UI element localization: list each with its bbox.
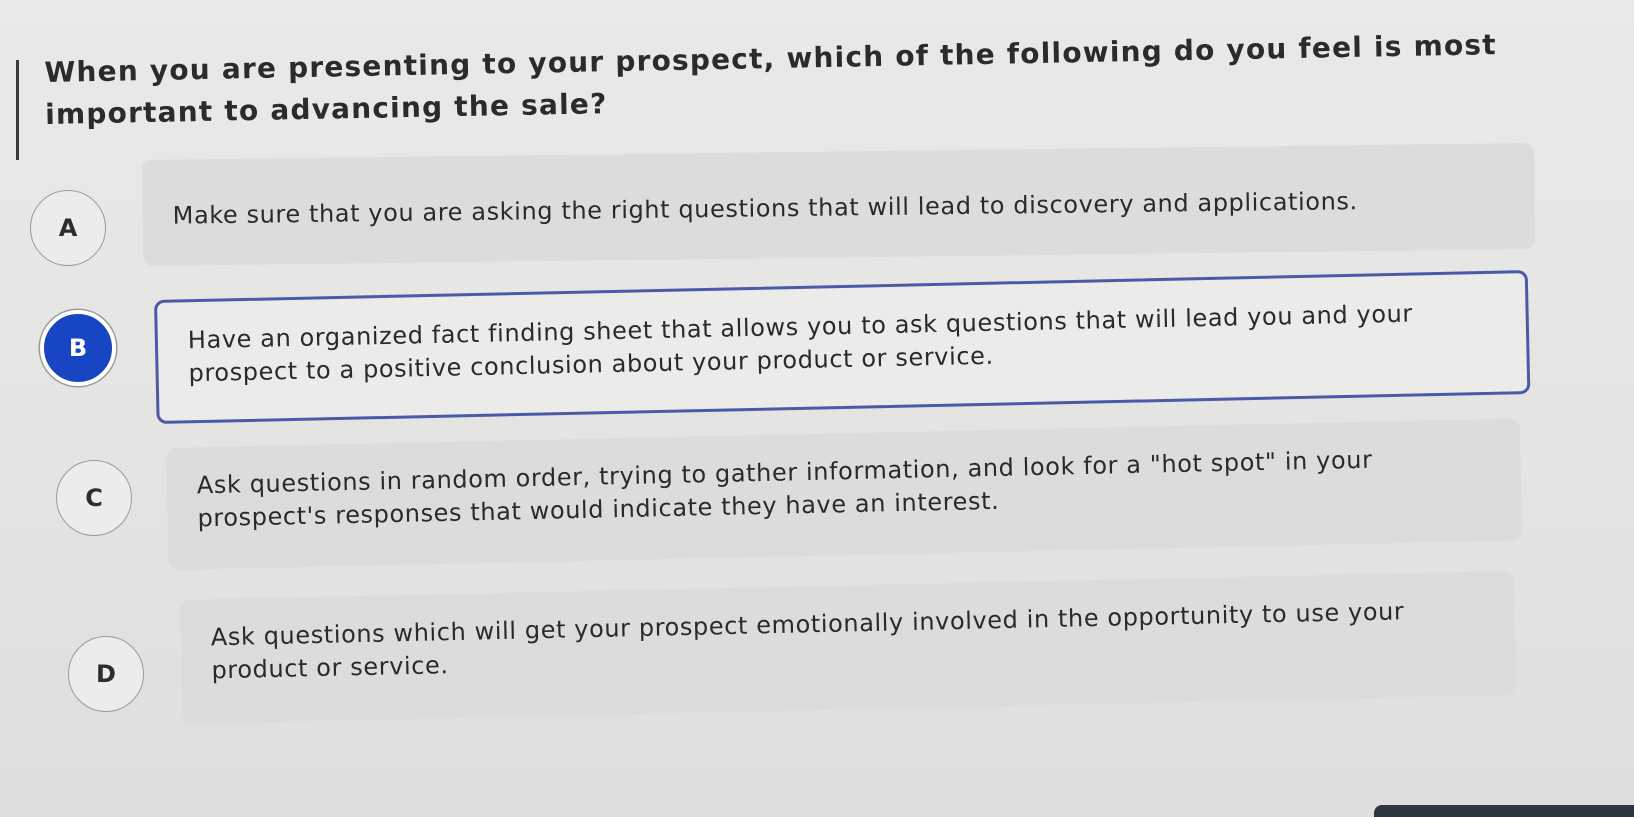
- option-b-card[interactable]: Have an organized fact finding sheet tha…: [154, 270, 1531, 424]
- quiz-page: When you are presenting to your prospect…: [0, 0, 1634, 817]
- option-a-text: Make sure that you are asking the right …: [172, 187, 1358, 230]
- question-text: When you are presenting to your prospect…: [44, 28, 1498, 131]
- bottom-toolbar-edge: [1374, 805, 1634, 817]
- option-a-card[interactable]: Make sure that you are asking the right …: [142, 142, 1536, 266]
- option-b-text: Have an organized fact finding sheet tha…: [187, 299, 1414, 388]
- option-c-letter-circle[interactable]: C: [56, 460, 132, 536]
- option-d-letter-circle[interactable]: D: [68, 636, 144, 712]
- question-accent-bar: [16, 60, 19, 160]
- option-d-card[interactable]: Ask questions which will get your prospe…: [180, 570, 1517, 724]
- option-c-text: Ask questions in random order, trying to…: [196, 445, 1373, 533]
- option-d-text: Ask questions which will get your prospe…: [210, 597, 1405, 685]
- option-b-letter-circle[interactable]: B: [40, 310, 116, 386]
- option-c-card[interactable]: Ask questions in random order, trying to…: [166, 418, 1523, 570]
- option-a-letter-circle[interactable]: A: [30, 190, 106, 266]
